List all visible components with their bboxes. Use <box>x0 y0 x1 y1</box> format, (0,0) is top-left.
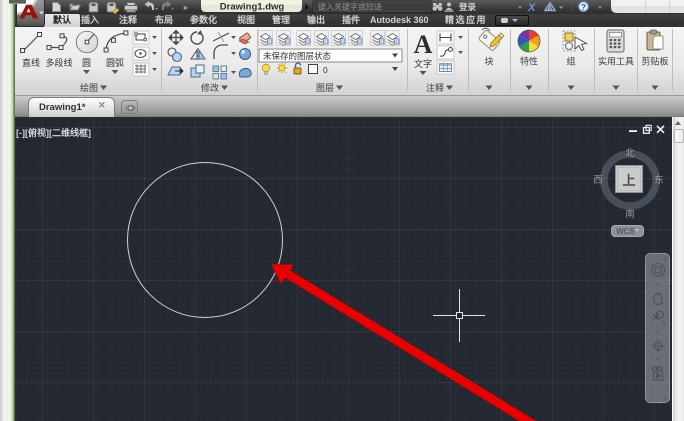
svg-text:文字: 文字 <box>414 58 432 69</box>
svg-text:西: 西 <box>593 175 603 186</box>
svg-text:X: X <box>527 2 536 14</box>
svg-text:实用工具: 实用工具 <box>598 56 634 67</box>
svg-text:上: 上 <box>622 173 635 188</box>
svg-text:注释: 注释 <box>426 82 444 93</box>
svg-text:圆弧: 圆弧 <box>106 57 124 68</box>
svg-text:图层: 图层 <box>316 83 334 93</box>
svg-text:直线: 直线 <box>22 57 40 68</box>
svg-text:东: 东 <box>654 174 664 186</box>
svg-text:0: 0 <box>323 65 328 75</box>
svg-text:?: ? <box>581 2 586 12</box>
svg-text:多段线: 多段线 <box>45 57 72 68</box>
svg-text:键入关键字或短语: 键入关键字或短语 <box>318 2 382 12</box>
svg-text:北: 北 <box>625 148 635 159</box>
svg-text:A: A <box>414 30 433 59</box>
svg-text:绘图: 绘图 <box>80 82 98 93</box>
svg-text:修改: 修改 <box>201 82 219 93</box>
svg-text:Drawing1.dwg: Drawing1.dwg <box>220 2 285 13</box>
svg-text:圆: 圆 <box>82 58 91 68</box>
svg-text:特性: 特性 <box>520 56 538 67</box>
svg-text:»: » <box>183 3 188 12</box>
svg-text:剪贴板: 剪贴板 <box>641 56 668 67</box>
svg-text:块: 块 <box>484 56 493 67</box>
svg-text:A: A <box>547 6 552 13</box>
svg-text:登录: 登录 <box>458 2 477 12</box>
svg-text:南: 南 <box>625 208 635 220</box>
svg-text:组: 组 <box>566 56 575 67</box>
svg-text:未保存的图层状态: 未保存的图层状态 <box>263 51 332 61</box>
